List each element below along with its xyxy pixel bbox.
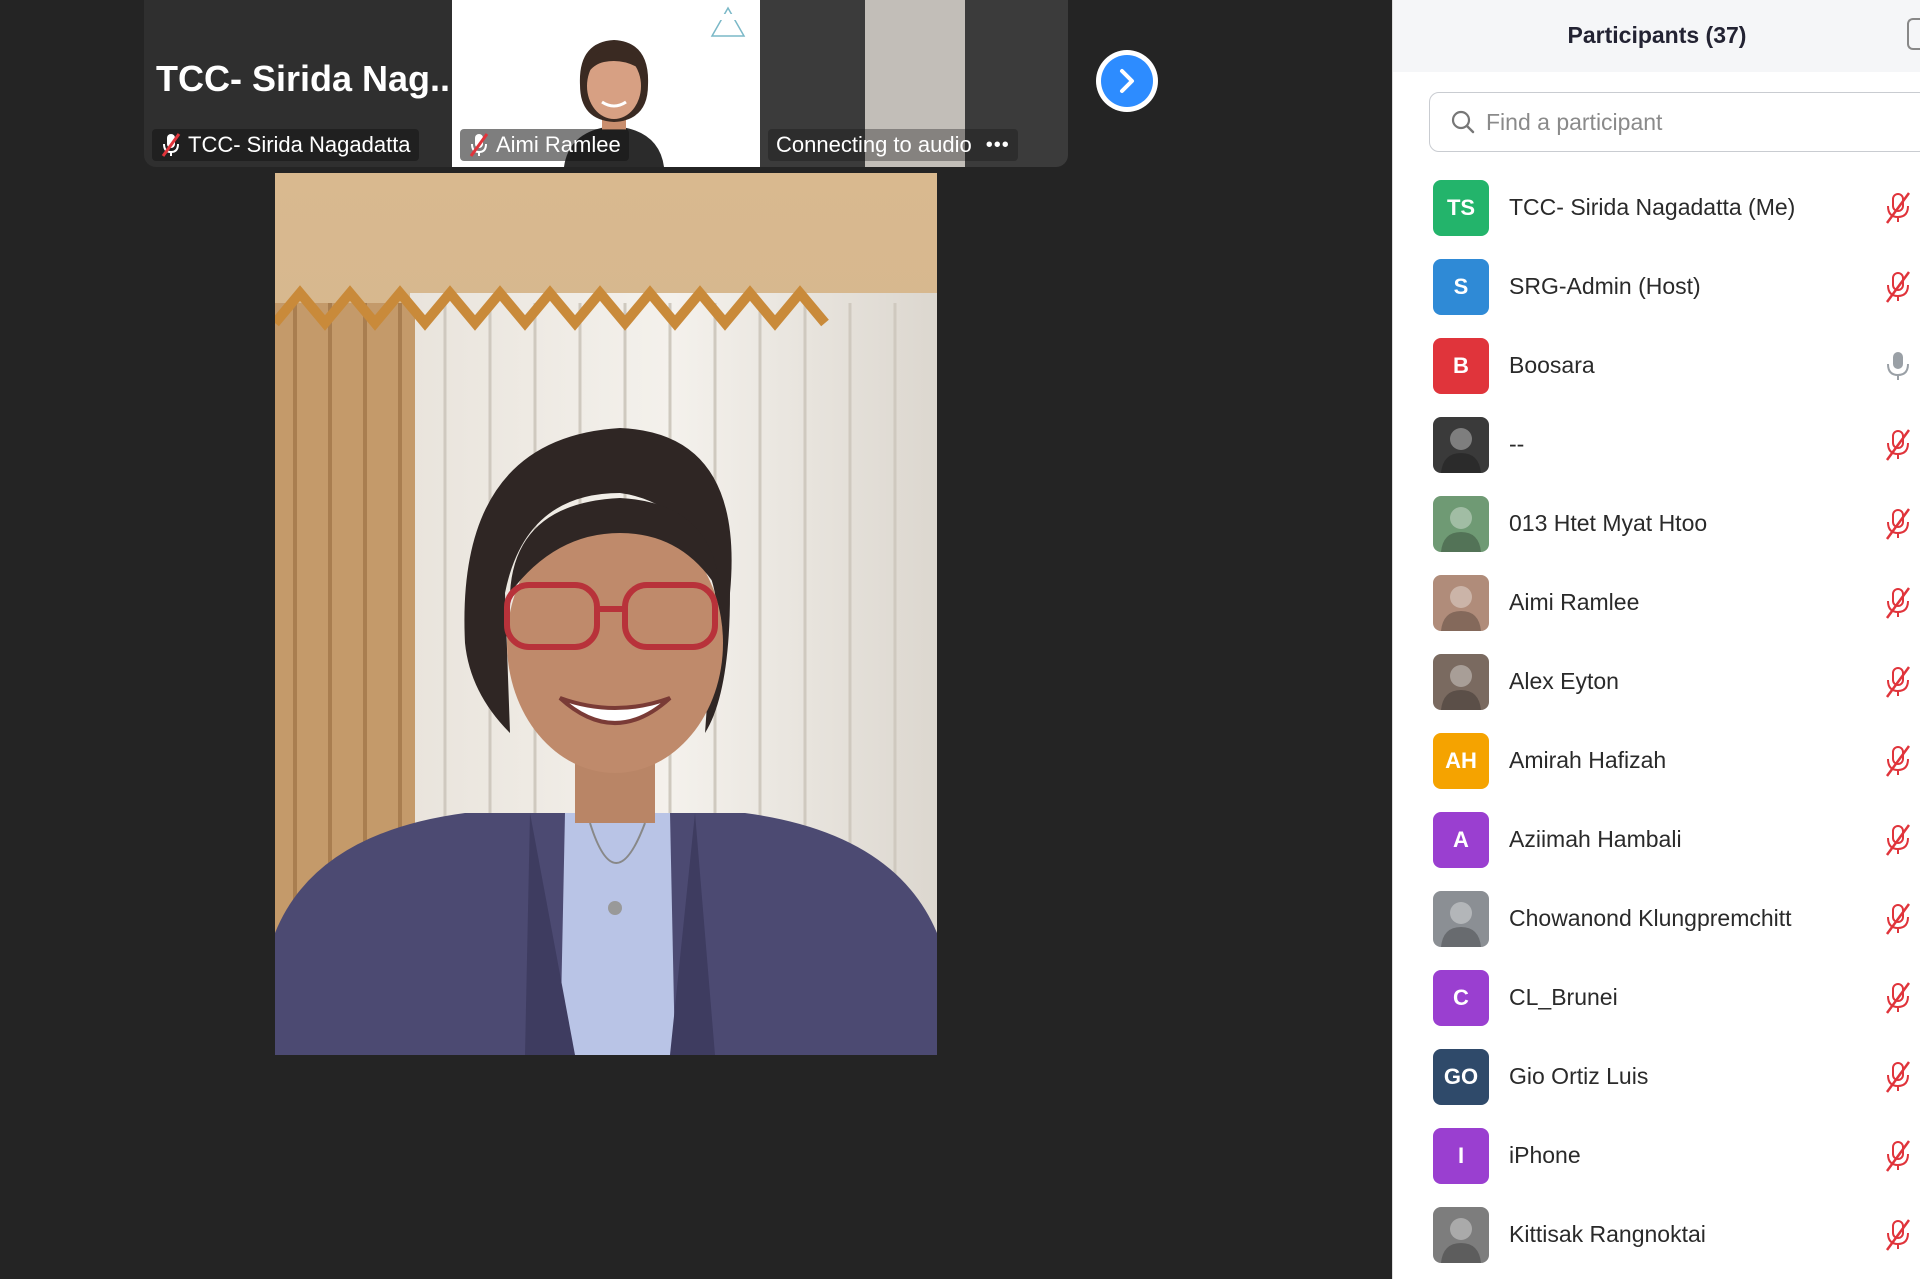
participant-search-input[interactable]	[1484, 107, 1888, 137]
participant-name: TCC- Sirida Nagadatta (Me)	[1509, 194, 1796, 220]
participant-avatar	[1433, 1206, 1489, 1263]
participant-name: 013 Htet Myat Htoo	[1509, 510, 1708, 536]
search-icon	[1451, 110, 1475, 134]
participant-avatar	[1433, 416, 1489, 473]
speaker-video-frame	[275, 173, 937, 1055]
mic-icon[interactable]	[1883, 349, 1913, 383]
participant-avatar	[1433, 653, 1489, 710]
participant-avatar: B	[1433, 337, 1489, 394]
participant-avatar: C	[1433, 969, 1489, 1026]
audio-connecting-status: Connecting to audio	[776, 132, 972, 157]
mic-muted-icon[interactable]	[1883, 1218, 1913, 1252]
participant-row[interactable]: S SRG-Admin (Host)	[1393, 247, 1920, 326]
thumbnail-participant-name: Aimi Ramlee	[496, 132, 621, 157]
participant-name: Chowanond Klungpremchitt	[1509, 905, 1792, 931]
active-speaker-video[interactable]	[275, 173, 937, 1055]
participant-name: Amirah Hafizah	[1509, 747, 1667, 773]
participant-name: Kittisak Rangnoktai	[1509, 1221, 1706, 1247]
participant-row[interactable]: A Aziimah Hambali	[1393, 800, 1920, 879]
participant-avatar: A	[1433, 811, 1489, 868]
participant-avatar: S	[1433, 258, 1489, 315]
participant-row[interactable]: GO Gio Ortiz Luis	[1393, 1037, 1920, 1116]
mic-muted-icon[interactable]	[1883, 191, 1913, 225]
participant-row[interactable]: Kittisak Rangnoktai	[1393, 1195, 1920, 1274]
participant-name: SRG-Admin (Host)	[1509, 273, 1701, 299]
participant-avatar: TS	[1433, 179, 1489, 236]
chevron-right-icon	[1120, 69, 1134, 93]
video-thumbnail-sirida[interactable]: TCC- Sirida Nag... TCC- Sirida Nagadatta	[144, 0, 452, 167]
participant-avatar: AH	[1433, 732, 1489, 789]
participant-row[interactable]: IiPhone	[1393, 1116, 1920, 1195]
thumbnail-name-label: Aimi Ramlee	[460, 129, 629, 161]
participant-avatar: GO	[1433, 1048, 1489, 1105]
participant-row[interactable]: C CL_Brunei	[1393, 958, 1920, 1037]
loading-dots-icon: •••	[985, 134, 1010, 156]
participant-row[interactable]: AH Amirah Hafizah	[1393, 721, 1920, 800]
participant-name: CL_Brunei	[1509, 984, 1618, 1010]
mic-muted-icon[interactable]	[1883, 665, 1913, 699]
participant-name: Aziimah Hambali	[1509, 826, 1682, 852]
participant-row[interactable]: Aimi Ramlee	[1393, 563, 1920, 642]
video-thumbnail-connecting[interactable]: Connecting to audio •••	[760, 0, 1068, 167]
background-logo	[710, 6, 746, 37]
mic-muted-icon[interactable]	[1883, 586, 1913, 620]
participant-name: Gio Ortiz Luis	[1509, 1063, 1649, 1089]
thumbnail-status-label: Connecting to audio •••	[768, 129, 1018, 161]
participant-name: Alex Eyton	[1509, 668, 1619, 694]
thumbnail-display-name: TCC- Sirida Nag...	[156, 58, 452, 99]
mic-muted-icon[interactable]	[1883, 428, 1913, 462]
thumbnail-name-label: TCC- Sirida Nagadatta	[152, 129, 419, 161]
mic-muted-icon[interactable]	[1883, 507, 1913, 541]
participant-avatar	[1433, 890, 1489, 947]
participants-panel-title: Participants (37)	[1567, 22, 1747, 48]
participant-avatar	[1433, 495, 1489, 552]
mic-muted-icon	[160, 132, 182, 158]
mic-muted-icon[interactable]	[1883, 823, 1913, 857]
participant-row[interactable]: Chowanond Klungpremchitt	[1393, 879, 1920, 958]
participant-row[interactable]: TS TCC- Sirida Nagadatta (Me)	[1393, 168, 1920, 247]
participants-panel-header: Participants (37)	[1393, 0, 1920, 72]
participant-name: --	[1509, 431, 1525, 457]
mic-muted-icon	[468, 132, 490, 158]
participant-row[interactable]: --	[1393, 405, 1920, 484]
participant-name: Boosara	[1509, 352, 1595, 378]
mic-muted-icon[interactable]	[1883, 1139, 1913, 1173]
mic-muted-icon[interactable]	[1883, 902, 1913, 936]
next-page-button[interactable]	[1096, 50, 1158, 112]
mic-muted-icon[interactable]	[1883, 744, 1913, 778]
participant-search-box[interactable]	[1429, 92, 1920, 152]
mic-muted-icon[interactable]	[1883, 981, 1913, 1015]
mic-muted-icon[interactable]	[1883, 270, 1913, 304]
participant-name: iPhone	[1509, 1142, 1581, 1168]
participant-avatar	[1433, 574, 1489, 631]
thumbnail-participant-name: TCC- Sirida Nagadatta	[188, 132, 411, 157]
participants-panel: Participants (37) TS TCC- Sirida Nagadatt…	[1392, 0, 1920, 1279]
participant-name: Aimi Ramlee	[1509, 589, 1640, 615]
participant-avatar: I	[1433, 1127, 1489, 1184]
popout-icon[interactable]	[1907, 18, 1920, 50]
participant-row[interactable]: 013 Htet Myat Htoo	[1393, 484, 1920, 563]
participant-row[interactable]: B Boosara	[1393, 326, 1920, 405]
video-thumbnail-aimi[interactable]: Aimi Ramlee	[452, 0, 760, 167]
mic-muted-icon[interactable]	[1883, 1060, 1913, 1094]
participant-row[interactable]: Alex Eyton	[1393, 642, 1920, 721]
